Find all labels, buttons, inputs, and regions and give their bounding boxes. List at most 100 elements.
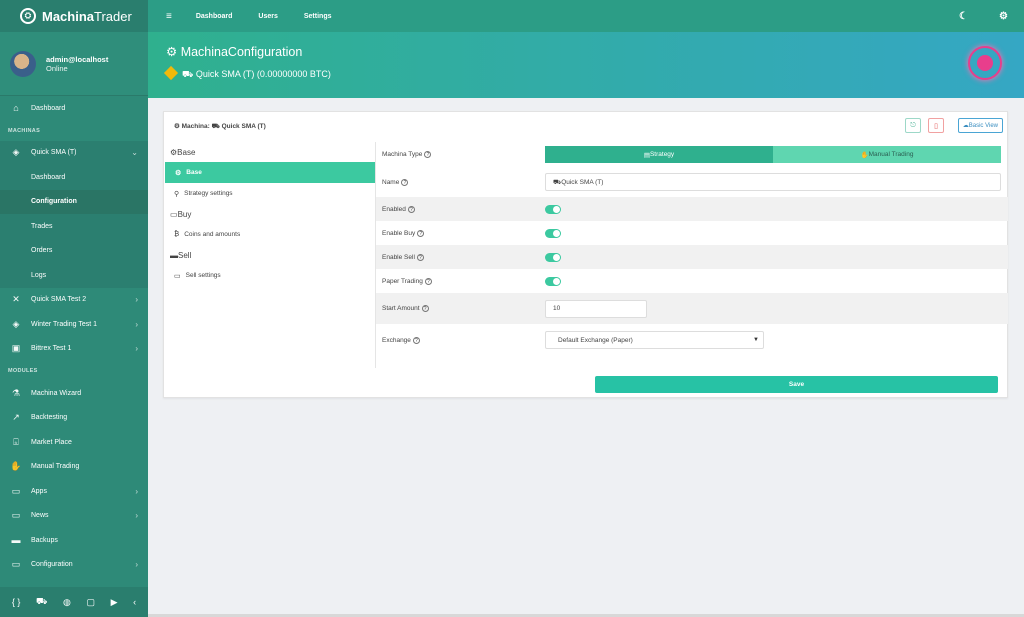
- settings-item-base[interactable]: ⚙ Base: [165, 162, 375, 183]
- sidebar-item-label: Quick SMA (T): [31, 149, 77, 157]
- share-icon: ⎋: [910, 121, 916, 129]
- menu-icon[interactable]: ≡: [166, 11, 172, 22]
- sidebar-item-label: News: [31, 512, 49, 520]
- bittrex-icon: ▣: [11, 343, 21, 354]
- settings-group-sell: ▬ Sell: [164, 245, 375, 265]
- sidebar-item-manual-trading[interactable]: ✋ Manual Trading: [0, 455, 148, 480]
- sidebar-subitem-dashboard[interactable]: Dashboard: [0, 165, 148, 190]
- chart-icon: ↗: [12, 412, 20, 423]
- moon-icon[interactable]: ☾: [959, 11, 968, 22]
- help-icon[interactable]: ?: [412, 336, 420, 344]
- machina-type-label: Machina Type?: [382, 151, 545, 158]
- enable-sell-toggle[interactable]: [545, 252, 561, 262]
- enabled-toggle[interactable]: [545, 204, 561, 214]
- youtube-icon[interactable]: ▶: [111, 597, 118, 608]
- enabled-label: Enabled?: [382, 205, 545, 213]
- globe-icon[interactable]: ◍: [63, 597, 71, 608]
- cogs-icon: ⚙: [166, 45, 181, 59]
- avatar: [10, 50, 36, 77]
- sidebar-item-news[interactable]: ▭ News ›: [0, 504, 148, 529]
- help-icon[interactable]: ?: [407, 205, 415, 213]
- sidebar-item-machina-wizard[interactable]: ⚗ Machina Wizard: [0, 381, 148, 406]
- item-label: Sell settings: [185, 272, 221, 279]
- folder-icon: ▭: [11, 510, 21, 521]
- topbar: ≡ Dashboard Users Settings ☾ ⚙: [148, 0, 1024, 32]
- chevron-right-icon: ›: [135, 486, 138, 496]
- delete-button[interactable]: ▯: [928, 118, 944, 133]
- name-input[interactable]: ⛟ Quick SMA (T): [545, 173, 1001, 191]
- item-label: Base: [186, 169, 202, 176]
- settings-item-strategy[interactable]: ⚲ Strategy settings: [164, 183, 375, 204]
- sidebar-item-winter-trading[interactable]: ◈ Winter Trading Test 1 ›: [0, 312, 148, 337]
- diamond-icon: ◈: [12, 318, 20, 329]
- start-amount-value: 10: [553, 305, 561, 312]
- collapse-icon[interactable]: ‹: [133, 597, 136, 607]
- sidebar-subitem-trades[interactable]: Trades: [0, 214, 148, 239]
- chevron-right-icon: ›: [135, 319, 138, 329]
- sidebar-subitem-orders[interactable]: Orders: [0, 238, 148, 263]
- enable-buy-toggle[interactable]: [545, 228, 561, 238]
- sidebar-item-label: Backtesting: [31, 414, 68, 422]
- sidebar-item-backups[interactable]: ▬ Backups: [0, 528, 148, 553]
- sidebar-item-quick-sma-test-2[interactable]: ✕ Quick SMA Test 2 ›: [0, 288, 148, 313]
- sidebar-subitem-logs[interactable]: Logs: [0, 263, 148, 288]
- sidebar-subitem-configuration[interactable]: Configuration: [0, 189, 148, 214]
- code-icon[interactable]: { }: [12, 597, 21, 607]
- car-icon[interactable]: ⛟: [36, 596, 47, 608]
- sidebar-section-modules: MODULES: [8, 368, 38, 374]
- folder-icon: ▭: [170, 209, 178, 219]
- enable-sell-label: Enable Sell?: [382, 253, 545, 261]
- settings-item-coins[interactable]: ₿ Coins and amounts: [164, 224, 375, 245]
- topbar-link-settings[interactable]: Settings: [304, 13, 332, 20]
- sidebar-item-bittrex[interactable]: ▣ Bittrex Test 1 ›: [0, 337, 148, 362]
- help-icon[interactable]: ?: [416, 253, 424, 261]
- save-button[interactable]: Save: [595, 376, 998, 393]
- help-icon[interactable]: ?: [424, 151, 432, 158]
- sidebar-item-dashboard[interactable]: ⌂ Dashboard: [0, 96, 148, 121]
- help-icon[interactable]: ?: [424, 277, 432, 285]
- label-text: Enable Buy: [382, 229, 416, 237]
- topbar-link-dashboard[interactable]: Dashboard: [196, 13, 233, 20]
- exchange-value: Default Exchange (Paper): [558, 336, 633, 344]
- help-icon[interactable]: ?: [417, 229, 425, 237]
- sidebar-item-apps[interactable]: ▭ Apps ›: [0, 479, 148, 504]
- x-icon: ✕: [12, 294, 20, 305]
- robot-icon: ⛟: [211, 123, 222, 130]
- sidebar-item-quick-sma[interactable]: ◈ Quick SMA (T) ⌄: [0, 140, 148, 165]
- header-band: ⚙ MachinaConfiguration ⛟ Quick SMA (T) (…: [148, 32, 1024, 98]
- gear-icon[interactable]: ⚙: [999, 11, 1008, 22]
- sidebar-item-backtesting[interactable]: ↗ Backtesting: [0, 406, 148, 431]
- binance-icon: [163, 65, 179, 81]
- option-label: Strategy: [649, 151, 675, 158]
- sidebar-item-market-place[interactable]: ⌺ Market Place: [0, 430, 148, 455]
- start-amount-input[interactable]: 10: [545, 299, 647, 318]
- page-subtitle-text: Quick SMA (T) (0.00000000 BTC): [195, 69, 331, 79]
- wizard-icon: ⚗: [11, 387, 21, 398]
- exchange-select[interactable]: Default Exchange (Paper) ▼: [545, 331, 764, 349]
- share-button[interactable]: ⎋: [905, 118, 921, 133]
- user-name: admin@localhost: [46, 54, 109, 64]
- chat-icon[interactable]: ▢: [86, 597, 95, 608]
- sidebar-item-label: Manual Trading: [31, 463, 80, 471]
- page-title: ⚙ MachinaConfiguration: [166, 44, 302, 59]
- help-icon[interactable]: ?: [421, 305, 429, 312]
- brand[interactable]: ⛭ Machina Trader: [0, 0, 148, 32]
- card-title-prefix: Machina:: [181, 123, 212, 130]
- sidebar-item-configuration[interactable]: ▭ Configuration ›: [0, 553, 148, 578]
- settings-item-sell[interactable]: ▭ Sell settings: [164, 265, 375, 286]
- basic-view-button[interactable]: ☁ Basic View: [957, 118, 1003, 133]
- paper-trading-toggle[interactable]: [545, 276, 561, 286]
- folder-icon: ▭: [11, 485, 21, 496]
- group-title: Sell: [178, 250, 192, 260]
- backup-icon: ▬: [11, 535, 21, 546]
- help-icon[interactable]: ?: [401, 178, 409, 186]
- sidebar-item-label: Configuration: [31, 561, 73, 569]
- sidebar-item-label: Backups: [31, 536, 58, 544]
- diamond-icon: ◈: [12, 147, 20, 158]
- sidebar-item-label: Machina Wizard: [31, 389, 82, 397]
- user-panel[interactable]: admin@localhost Online: [0, 32, 148, 96]
- robot-icon: ⛟: [553, 178, 562, 186]
- type-strategy-button[interactable]: ▤ Strategy: [545, 146, 773, 163]
- topbar-link-users[interactable]: Users: [258, 13, 277, 20]
- type-manual-button[interactable]: ✋ Manual Trading: [773, 146, 1001, 163]
